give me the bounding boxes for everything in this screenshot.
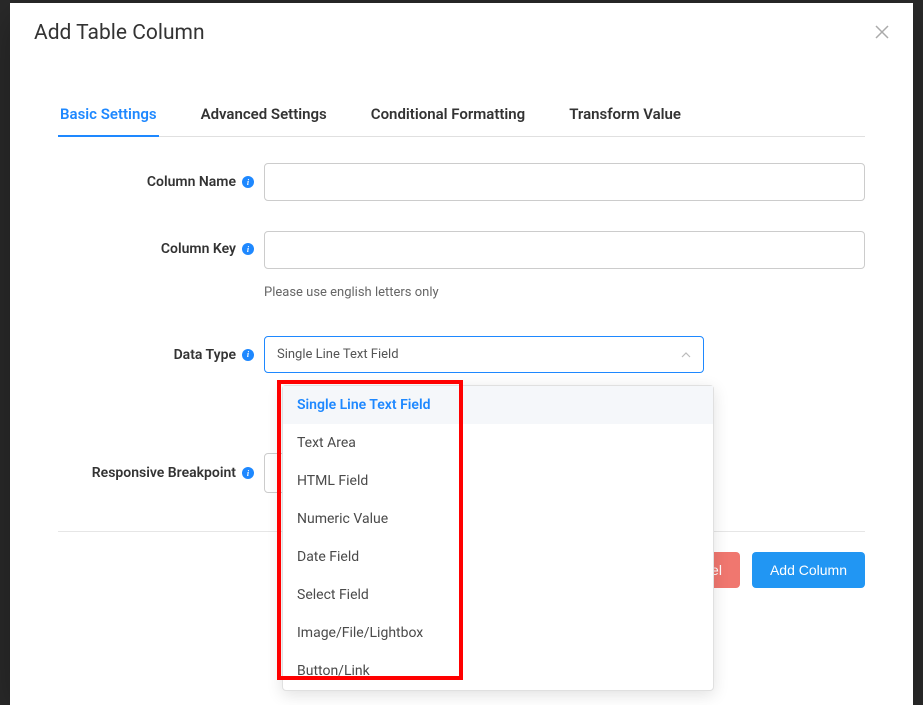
add-column-button[interactable]: Add Column: [752, 552, 865, 588]
chevron-up-icon: [681, 347, 691, 362]
info-icon[interactable]: i: [242, 176, 254, 188]
dropdown-option[interactable]: Numeric Value: [283, 500, 713, 538]
tab-basic-settings[interactable]: Basic Settings: [58, 95, 159, 137]
label-column-name: Column Name i: [58, 174, 264, 190]
add-column-modal: Add Table Column Basic Settings Advanced…: [10, 3, 913, 705]
dropdown-option[interactable]: Select Field: [283, 576, 713, 614]
tabs: Basic Settings Advanced Settings Conditi…: [58, 95, 865, 137]
label-responsive-breakpoint: Responsive Breakpoint i: [58, 465, 264, 481]
column-name-input[interactable]: [264, 163, 865, 201]
close-button[interactable]: [875, 24, 889, 42]
dropdown-option[interactable]: Single Line Text Field: [283, 386, 713, 424]
label-responsive-breakpoint-text: Responsive Breakpoint: [92, 465, 236, 481]
dropdown-option[interactable]: HTML Field: [283, 462, 713, 500]
data-type-wrap: Single Line Text Field: [264, 336, 704, 373]
column-name-wrap: [264, 163, 865, 201]
tab-conditional-formatting[interactable]: Conditional Formatting: [369, 95, 527, 137]
info-icon[interactable]: i: [242, 349, 254, 361]
label-column-key: Column Key i: [58, 231, 264, 257]
column-key-input[interactable]: [264, 231, 865, 269]
tab-transform-value[interactable]: Transform Value: [567, 95, 683, 137]
info-icon[interactable]: i: [242, 243, 254, 255]
dropdown-option[interactable]: Button/Link: [283, 652, 713, 690]
modal-title: Add Table Column: [34, 21, 205, 45]
column-key-wrap: Please use english letters only: [264, 231, 865, 300]
tab-advanced-settings[interactable]: Advanced Settings: [199, 95, 329, 137]
dropdown-option[interactable]: Image/File/Lightbox: [283, 614, 713, 652]
data-type-dropdown: Single Line Text Field Text Area HTML Fi…: [282, 385, 714, 691]
close-icon: [875, 23, 889, 43]
row-column-name: Column Name i: [58, 163, 865, 201]
row-column-key: Column Key i Please use english letters …: [58, 231, 865, 300]
modal-header: Add Table Column: [10, 3, 913, 63]
column-key-hint: Please use english letters only: [264, 285, 865, 300]
label-column-name-text: Column Name: [147, 174, 236, 190]
info-icon[interactable]: i: [242, 467, 254, 479]
dropdown-option[interactable]: Date Field: [283, 538, 713, 576]
dropdown-option[interactable]: Text Area: [283, 424, 713, 462]
label-data-type: Data Type i: [58, 347, 264, 363]
data-type-select[interactable]: Single Line Text Field: [264, 336, 704, 373]
label-column-key-text: Column Key: [161, 241, 236, 257]
label-data-type-text: Data Type: [174, 347, 236, 363]
row-data-type: Data Type i Single Line Text Field: [58, 336, 865, 373]
data-type-selected-text: Single Line Text Field: [277, 347, 399, 362]
